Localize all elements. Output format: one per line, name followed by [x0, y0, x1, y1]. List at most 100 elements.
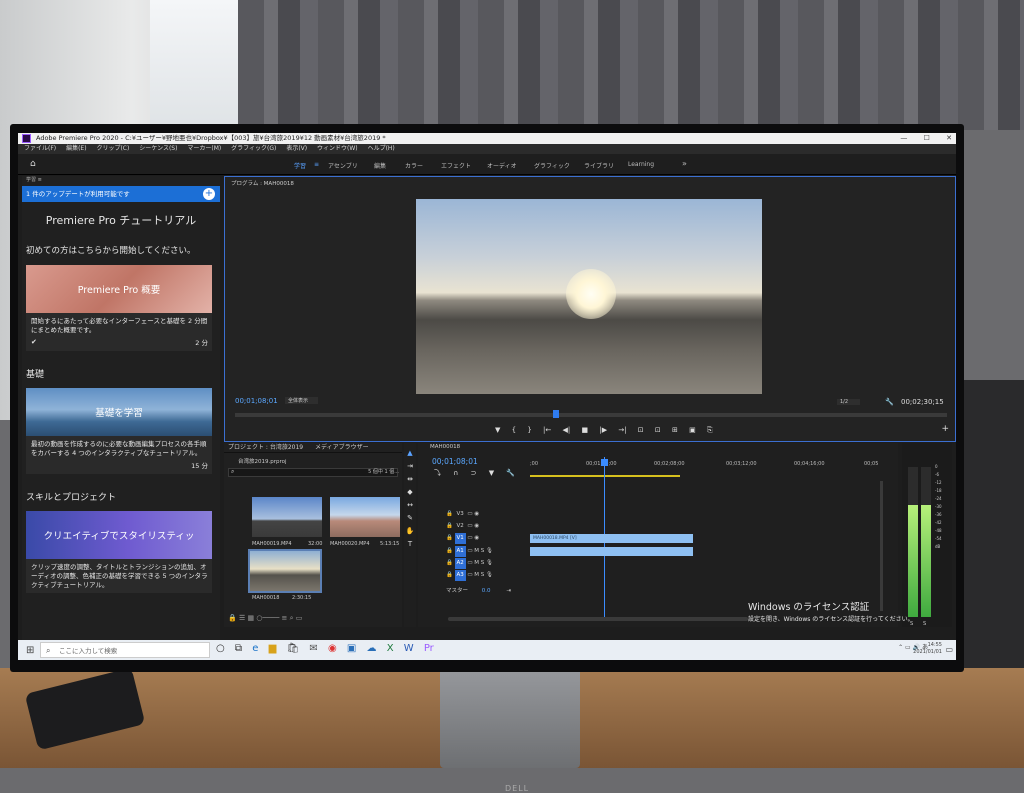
lock-icon[interactable]: 🔒 [446, 572, 453, 578]
tutorial-card-creative-image[interactable]: クリエイティブでスタイリスティッ [26, 511, 212, 559]
mic-icon[interactable]: 🎙 [486, 572, 493, 578]
work-area-bar[interactable] [530, 475, 680, 477]
tutorial-card-creative[interactable]: クリップ速度の調整、タイトルとトランジションの追加、オーディオの調整、色補正の基… [26, 559, 212, 593]
minimize-button[interactable]: — [900, 134, 907, 142]
windows-start-icon[interactable]: ⊞ [26, 645, 34, 656]
video-clip[interactable]: MAH00018.MP4 [V] [530, 534, 693, 543]
pen-tool-icon[interactable]: ✎ [404, 512, 416, 525]
resolution-select[interactable]: 1/2 [837, 399, 861, 405]
close-button[interactable]: ✕ [946, 134, 952, 142]
list-view-icon[interactable]: ☰ [239, 614, 245, 622]
razor-icon[interactable]: ◆ [404, 486, 416, 499]
tutorial-card-overview-image[interactable]: Premiere Pro 概要 [26, 265, 212, 313]
lock-icon[interactable]: 🔒 [446, 511, 453, 517]
zoom-fit-select[interactable]: 全体表示 [285, 397, 319, 404]
track-label[interactable]: A1 [454, 546, 466, 557]
premiere-icon[interactable]: Pr [424, 643, 434, 654]
audio-clip[interactable] [530, 547, 693, 556]
update-plus-button[interactable]: + [203, 188, 215, 200]
update-banner[interactable]: 1 件のアップデートが利用可能です + [22, 186, 220, 202]
menu-clip[interactable]: クリップ(C) [96, 145, 129, 152]
type-tool-icon[interactable]: T [404, 538, 416, 551]
onedrive-icon[interactable]: ☁ [367, 643, 377, 654]
task-switch-icon[interactable]: ⧉ [235, 643, 242, 654]
tab-project[interactable]: プロジェクト : 台湾旅2019 [228, 444, 303, 451]
program-monitor-title[interactable]: プログラム : MAH00018 [231, 179, 294, 187]
track-label[interactable]: V2 [455, 521, 466, 532]
insert-button[interactable]: ⎘ [707, 426, 713, 434]
excel-icon[interactable]: X [387, 643, 394, 654]
notification-icon[interactable]: ▭ [945, 645, 953, 654]
stop-button[interactable]: ■ [581, 426, 588, 434]
search-icon[interactable]: ⌕ [290, 614, 294, 622]
time-ruler[interactable]: ;00 00;01;04;00 00;02;08;00 00;03;12;00 … [530, 461, 880, 475]
menu-window[interactable]: ウィンドウ(W) [317, 145, 358, 152]
sequence-tab[interactable]: MAH00018 [430, 444, 460, 450]
menu-view[interactable]: 表示(V) [286, 145, 307, 152]
sort-icon[interactable]: ≡ [282, 614, 288, 622]
playhead-timecode[interactable]: 00;01;08;01 [235, 397, 278, 405]
workspace-learning[interactable]: 学習 [294, 161, 306, 170]
folder-icon[interactable]: ▆ [269, 643, 277, 654]
menu-marker[interactable]: マーカー(M) [187, 145, 221, 152]
workspace-editing[interactable]: 編集 [374, 161, 386, 170]
menu-help[interactable]: ヘルプ(H) [368, 145, 395, 152]
lock-icon[interactable]: 🔒 [446, 523, 453, 529]
tutorial-card-basics-image[interactable]: 基礎を学習 [26, 388, 212, 436]
menu-graphics[interactable]: グラフィック(G) [231, 145, 276, 152]
workspace-overflow-button[interactable]: » [682, 159, 687, 168]
workspace-audio[interactable]: オーディオ [487, 161, 517, 170]
workspace-effects[interactable]: エフェクト [441, 161, 471, 170]
track-label[interactable]: V3 [455, 509, 466, 520]
task-view-icon[interactable]: ○ [216, 643, 225, 654]
mark-in-button[interactable]: { [512, 426, 516, 434]
button-editor-add[interactable]: + [941, 424, 949, 434]
clip-thumbnail[interactable] [252, 497, 322, 537]
scrubber-handle[interactable] [553, 410, 559, 418]
mail-icon[interactable]: ✉ [309, 643, 317, 654]
eye-icon[interactable]: ◉ [474, 535, 479, 541]
menu-file[interactable]: ファイル(F) [24, 145, 56, 152]
store-icon[interactable]: 🛍 [286, 643, 299, 654]
program-scrubber[interactable] [235, 410, 947, 418]
word-icon[interactable]: W [404, 643, 414, 654]
step-forward-button[interactable]: |▶ [599, 426, 607, 434]
track-select-icon[interactable]: ⇥ [404, 460, 416, 473]
edge-icon[interactable]: e [252, 643, 258, 654]
master-volume[interactable]: 0.0 [482, 588, 491, 594]
home-icon[interactable]: ⌂ [30, 159, 40, 169]
timeline-timecode[interactable]: 00;01;08;01 [432, 457, 478, 466]
workspace-color[interactable]: カラー [405, 161, 423, 170]
marker-icon[interactable]: ▼ [489, 469, 494, 477]
export-frame-button[interactable]: ⊞ [672, 426, 678, 434]
wrench-icon[interactable]: 🔧 [506, 469, 515, 477]
track-label[interactable]: V1 [454, 533, 466, 544]
chrome-icon[interactable]: ◉ [328, 643, 337, 654]
track-label[interactable]: A3 [454, 570, 466, 581]
go-to-in-button[interactable]: |← [543, 426, 551, 434]
add-marker-button[interactable]: ▼ [495, 426, 500, 434]
mic-icon[interactable]: 🎙 [486, 548, 493, 554]
tutorial-card-basics[interactable]: 最初の動画を作成するのに必要な動画編集プロセスの各手順をカバーする 4 つのイン… [26, 436, 212, 474]
mark-out-button[interactable]: } [527, 426, 531, 434]
clip-thumbnail[interactable] [330, 497, 400, 537]
tab-media-browser[interactable]: メディアブラウザー [315, 444, 369, 451]
zoom-slider[interactable]: ○──── [256, 614, 279, 622]
learn-tab[interactable]: 学習 ≡ [22, 176, 220, 184]
lock-icon[interactable]: 🔒 [446, 535, 453, 541]
eye-icon[interactable]: ◉ [474, 523, 479, 529]
taskbar-search-input[interactable]: ⌕ ここに入力して検索 [40, 642, 210, 658]
lock-icon[interactable]: 🔒 [228, 614, 237, 622]
step-back-button[interactable]: ◀| [563, 426, 571, 434]
icon-view-icon[interactable]: ▦ [247, 614, 254, 622]
comparison-view-button[interactable]: ▣ [689, 426, 696, 434]
go-to-out-button[interactable]: →| [618, 426, 626, 434]
maximize-button[interactable]: ☐ [924, 134, 930, 142]
workspace-menu-icon[interactable]: ≡ [314, 161, 319, 168]
slip-tool-icon[interactable]: ↔ [404, 499, 416, 512]
extract-button[interactable]: ⊡ [655, 426, 661, 434]
lift-button[interactable]: ⊡ [638, 426, 644, 434]
workspace-assembly[interactable]: アセンブリ [328, 161, 358, 170]
lock-icon[interactable]: 🔒 [446, 548, 453, 554]
photos-icon[interactable]: ▣ [347, 643, 356, 654]
